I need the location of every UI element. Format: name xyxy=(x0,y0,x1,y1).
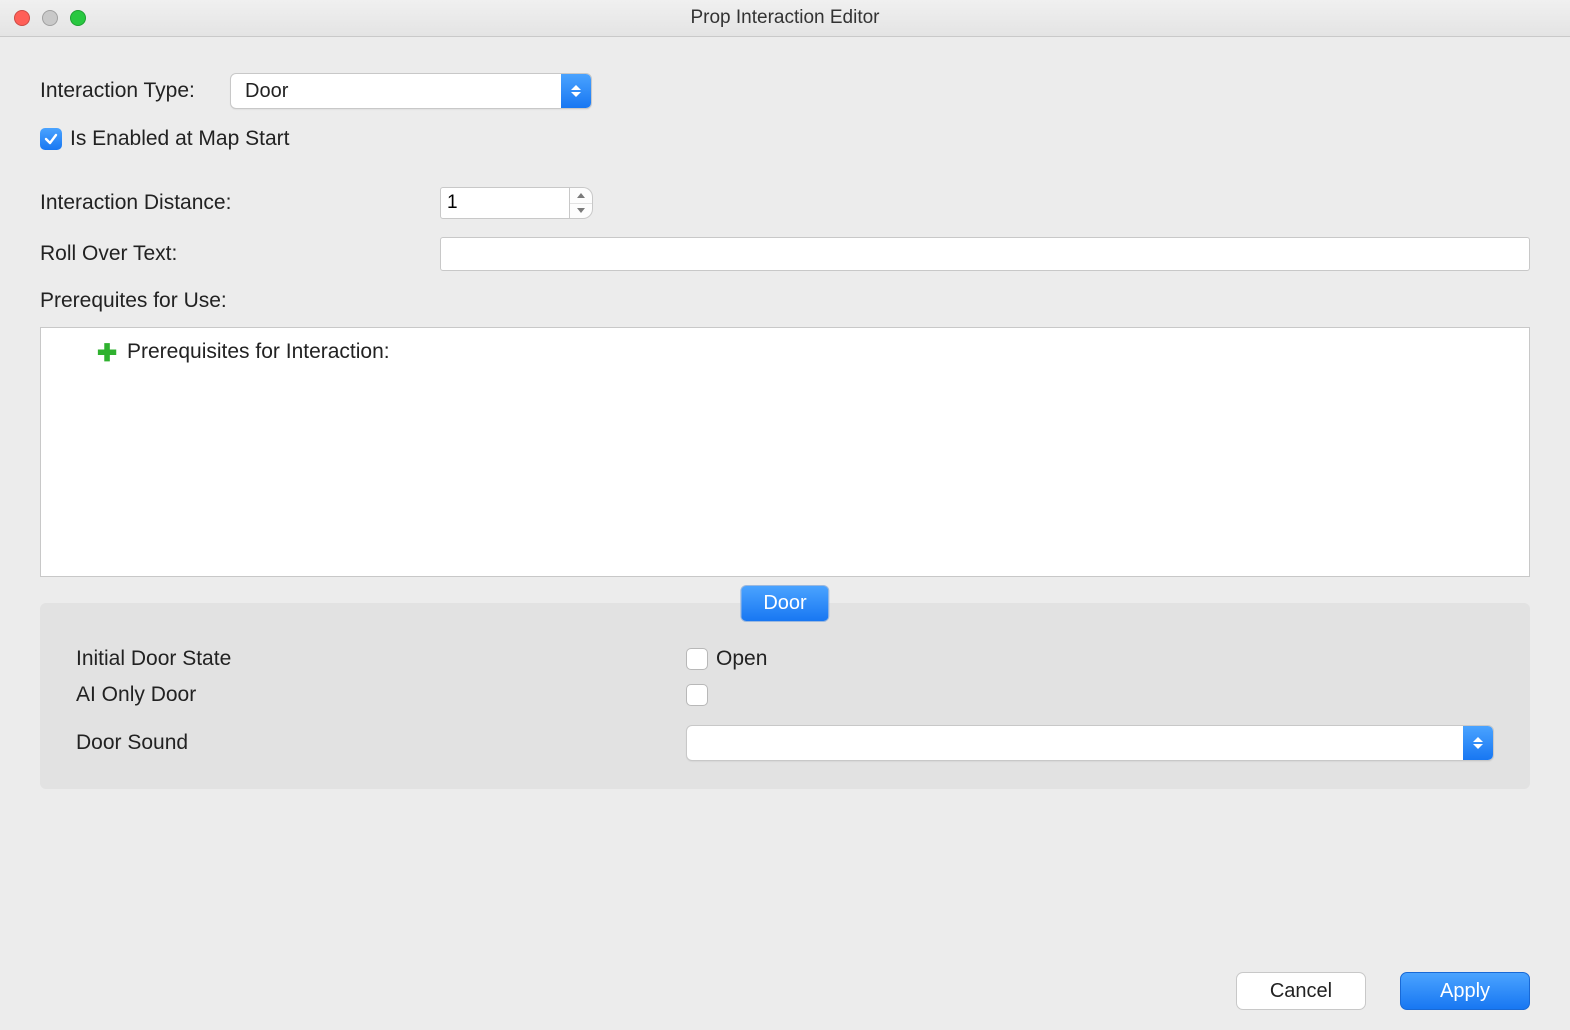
rollover-input[interactable] xyxy=(440,237,1530,271)
chevron-up-down-icon xyxy=(1463,726,1493,760)
prereq-list[interactable]: ✚ Prerequisites for Interaction: xyxy=(40,327,1530,577)
zoom-window-button[interactable] xyxy=(70,10,86,26)
distance-stepper[interactable] xyxy=(440,187,593,219)
ai-only-checkbox[interactable] xyxy=(686,684,708,706)
distance-input[interactable] xyxy=(440,187,570,219)
door-sound-select[interactable] xyxy=(686,725,1494,761)
dialog-footer: Cancel Apply xyxy=(40,942,1530,1010)
enabled-label: Is Enabled at Map Start xyxy=(70,127,289,151)
titlebar: Prop Interaction Editor xyxy=(0,0,1570,37)
interaction-type-select[interactable]: Door xyxy=(230,73,592,109)
checkbox-icon xyxy=(40,128,62,150)
door-tab[interactable]: Door xyxy=(740,585,829,622)
prereq-label: Prerequites for Use: xyxy=(40,289,227,313)
distance-label: Interaction Distance: xyxy=(40,191,440,215)
initial-state-label: Initial Door State xyxy=(76,647,686,671)
checkbox-icon xyxy=(686,684,708,706)
stepper-buttons xyxy=(570,187,593,219)
prereq-box-header: Prerequisites for Interaction: xyxy=(127,340,390,364)
window-title: Prop Interaction Editor xyxy=(0,7,1570,29)
initial-state-option: Open xyxy=(716,647,767,671)
chevron-up-down-icon xyxy=(561,74,591,108)
initial-state-checkbox[interactable]: Open xyxy=(686,647,767,671)
door-sound-label: Door Sound xyxy=(76,731,686,755)
stepper-down[interactable] xyxy=(570,204,592,219)
interaction-type-value: Door xyxy=(231,80,302,103)
rollover-label: Roll Over Text: xyxy=(40,242,440,266)
checkbox-icon xyxy=(686,648,708,670)
stepper-up[interactable] xyxy=(570,188,592,204)
enabled-checkbox[interactable]: Is Enabled at Map Start xyxy=(40,127,289,151)
window-controls xyxy=(0,10,86,26)
add-prereq-icon[interactable]: ✚ xyxy=(97,342,117,366)
minimize-window-button[interactable] xyxy=(42,10,58,26)
close-window-button[interactable] xyxy=(14,10,30,26)
ai-only-label: AI Only Door xyxy=(76,683,686,707)
interaction-type-label: Interaction Type: xyxy=(40,79,230,103)
apply-button[interactable]: Apply xyxy=(1400,972,1530,1010)
door-panel: Door Initial Door State Open AI Onl xyxy=(40,603,1530,789)
editor-window: Prop Interaction Editor Interaction Type… xyxy=(0,0,1570,1030)
content-area: Interaction Type: Door Is Enabled at Map… xyxy=(0,37,1570,1030)
cancel-button[interactable]: Cancel xyxy=(1236,972,1366,1010)
